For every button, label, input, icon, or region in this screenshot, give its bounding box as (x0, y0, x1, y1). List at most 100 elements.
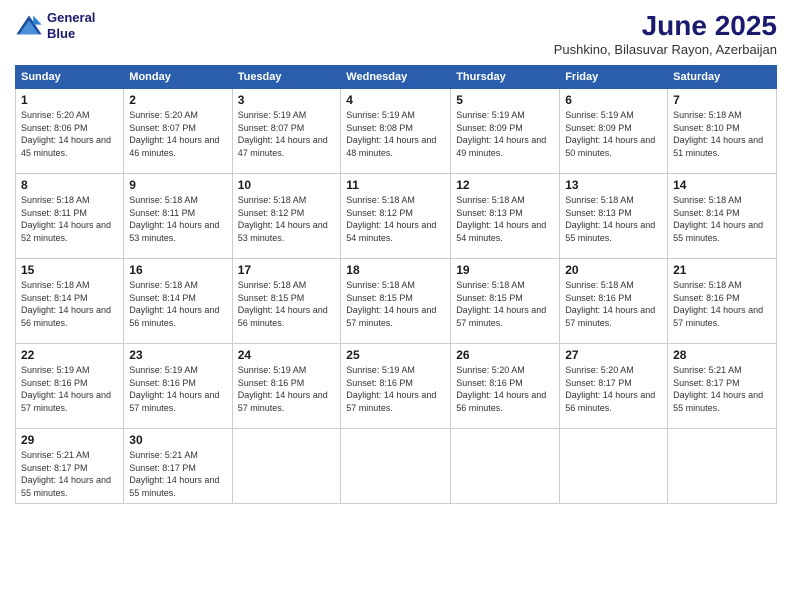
table-row: 3 Sunrise: 5:19 AM Sunset: 8:07 PM Dayli… (232, 89, 341, 174)
logo-text: General Blue (47, 10, 95, 41)
day-info: Sunrise: 5:18 AM Sunset: 8:13 PM Dayligh… (456, 194, 554, 244)
table-row: 15 Sunrise: 5:18 AM Sunset: 8:14 PM Dayl… (16, 259, 124, 344)
day-number: 15 (21, 263, 118, 277)
col-header-friday: Friday (560, 66, 668, 89)
table-row: 17 Sunrise: 5:18 AM Sunset: 8:15 PM Dayl… (232, 259, 341, 344)
day-info: Sunrise: 5:19 AM Sunset: 8:07 PM Dayligh… (238, 109, 336, 159)
table-row: 22 Sunrise: 5:19 AM Sunset: 8:16 PM Dayl… (16, 344, 124, 429)
day-info: Sunrise: 5:18 AM Sunset: 8:14 PM Dayligh… (129, 279, 226, 329)
table-row: 21 Sunrise: 5:18 AM Sunset: 8:16 PM Dayl… (668, 259, 777, 344)
logo-line1: General (47, 10, 95, 25)
table-row: 23 Sunrise: 5:19 AM Sunset: 8:16 PM Dayl… (124, 344, 232, 429)
col-header-thursday: Thursday (451, 66, 560, 89)
table-row (560, 429, 668, 504)
calendar: SundayMondayTuesdayWednesdayThursdayFrid… (15, 65, 777, 504)
day-number: 2 (129, 93, 226, 107)
logo-icon (15, 12, 43, 40)
col-header-wednesday: Wednesday (341, 66, 451, 89)
day-number: 27 (565, 348, 662, 362)
table-row: 29 Sunrise: 5:21 AM Sunset: 8:17 PM Dayl… (16, 429, 124, 504)
table-row: 20 Sunrise: 5:18 AM Sunset: 8:16 PM Dayl… (560, 259, 668, 344)
day-info: Sunrise: 5:18 AM Sunset: 8:12 PM Dayligh… (346, 194, 445, 244)
table-row: 4 Sunrise: 5:19 AM Sunset: 8:08 PM Dayli… (341, 89, 451, 174)
day-number: 8 (21, 178, 118, 192)
month-title: June 2025 (554, 10, 777, 42)
day-number: 20 (565, 263, 662, 277)
table-row: 10 Sunrise: 5:18 AM Sunset: 8:12 PM Dayl… (232, 174, 341, 259)
day-number: 30 (129, 433, 226, 447)
logo-line2: Blue (47, 26, 75, 41)
day-info: Sunrise: 5:18 AM Sunset: 8:16 PM Dayligh… (673, 279, 771, 329)
col-header-saturday: Saturday (668, 66, 777, 89)
day-number: 7 (673, 93, 771, 107)
day-info: Sunrise: 5:19 AM Sunset: 8:16 PM Dayligh… (129, 364, 226, 414)
table-row: 28 Sunrise: 5:21 AM Sunset: 8:17 PM Dayl… (668, 344, 777, 429)
day-number: 21 (673, 263, 771, 277)
col-header-sunday: Sunday (16, 66, 124, 89)
table-row: 18 Sunrise: 5:18 AM Sunset: 8:15 PM Dayl… (341, 259, 451, 344)
day-number: 10 (238, 178, 336, 192)
table-row: 30 Sunrise: 5:21 AM Sunset: 8:17 PM Dayl… (124, 429, 232, 504)
table-row: 5 Sunrise: 5:19 AM Sunset: 8:09 PM Dayli… (451, 89, 560, 174)
day-number: 14 (673, 178, 771, 192)
table-row: 16 Sunrise: 5:18 AM Sunset: 8:14 PM Dayl… (124, 259, 232, 344)
table-row: 25 Sunrise: 5:19 AM Sunset: 8:16 PM Dayl… (341, 344, 451, 429)
table-row: 9 Sunrise: 5:18 AM Sunset: 8:11 PM Dayli… (124, 174, 232, 259)
table-row: 6 Sunrise: 5:19 AM Sunset: 8:09 PM Dayli… (560, 89, 668, 174)
table-row: 26 Sunrise: 5:20 AM Sunset: 8:16 PM Dayl… (451, 344, 560, 429)
table-row: 1 Sunrise: 5:20 AM Sunset: 8:06 PM Dayli… (16, 89, 124, 174)
day-info: Sunrise: 5:21 AM Sunset: 8:17 PM Dayligh… (129, 449, 226, 499)
day-info: Sunrise: 5:20 AM Sunset: 8:07 PM Dayligh… (129, 109, 226, 159)
day-info: Sunrise: 5:20 AM Sunset: 8:16 PM Dayligh… (456, 364, 554, 414)
day-number: 25 (346, 348, 445, 362)
day-number: 6 (565, 93, 662, 107)
page: General Blue June 2025 Pushkino, Bilasuv… (0, 0, 792, 612)
day-info: Sunrise: 5:18 AM Sunset: 8:15 PM Dayligh… (238, 279, 336, 329)
location: Pushkino, Bilasuvar Rayon, Azerbaijan (554, 42, 777, 57)
header: General Blue June 2025 Pushkino, Bilasuv… (15, 10, 777, 57)
day-info: Sunrise: 5:18 AM Sunset: 8:12 PM Dayligh… (238, 194, 336, 244)
day-number: 26 (456, 348, 554, 362)
day-number: 24 (238, 348, 336, 362)
day-info: Sunrise: 5:19 AM Sunset: 8:09 PM Dayligh… (456, 109, 554, 159)
day-info: Sunrise: 5:19 AM Sunset: 8:16 PM Dayligh… (21, 364, 118, 414)
day-info: Sunrise: 5:19 AM Sunset: 8:16 PM Dayligh… (346, 364, 445, 414)
day-number: 11 (346, 178, 445, 192)
day-number: 17 (238, 263, 336, 277)
col-header-monday: Monday (124, 66, 232, 89)
day-number: 13 (565, 178, 662, 192)
day-info: Sunrise: 5:21 AM Sunset: 8:17 PM Dayligh… (673, 364, 771, 414)
table-row: 11 Sunrise: 5:18 AM Sunset: 8:12 PM Dayl… (341, 174, 451, 259)
day-info: Sunrise: 5:18 AM Sunset: 8:11 PM Dayligh… (129, 194, 226, 244)
day-info: Sunrise: 5:19 AM Sunset: 8:09 PM Dayligh… (565, 109, 662, 159)
day-number: 3 (238, 93, 336, 107)
day-info: Sunrise: 5:18 AM Sunset: 8:11 PM Dayligh… (21, 194, 118, 244)
day-number: 4 (346, 93, 445, 107)
day-info: Sunrise: 5:20 AM Sunset: 8:17 PM Dayligh… (565, 364, 662, 414)
day-info: Sunrise: 5:18 AM Sunset: 8:14 PM Dayligh… (21, 279, 118, 329)
table-row (232, 429, 341, 504)
table-row (341, 429, 451, 504)
day-number: 1 (21, 93, 118, 107)
day-info: Sunrise: 5:18 AM Sunset: 8:15 PM Dayligh… (456, 279, 554, 329)
day-number: 19 (456, 263, 554, 277)
col-header-tuesday: Tuesday (232, 66, 341, 89)
table-row (451, 429, 560, 504)
day-info: Sunrise: 5:21 AM Sunset: 8:17 PM Dayligh… (21, 449, 118, 499)
day-info: Sunrise: 5:18 AM Sunset: 8:13 PM Dayligh… (565, 194, 662, 244)
day-number: 12 (456, 178, 554, 192)
table-row: 12 Sunrise: 5:18 AM Sunset: 8:13 PM Dayl… (451, 174, 560, 259)
table-row: 2 Sunrise: 5:20 AM Sunset: 8:07 PM Dayli… (124, 89, 232, 174)
day-number: 9 (129, 178, 226, 192)
day-info: Sunrise: 5:19 AM Sunset: 8:16 PM Dayligh… (238, 364, 336, 414)
day-number: 18 (346, 263, 445, 277)
table-row: 27 Sunrise: 5:20 AM Sunset: 8:17 PM Dayl… (560, 344, 668, 429)
day-number: 5 (456, 93, 554, 107)
day-number: 16 (129, 263, 226, 277)
table-row: 24 Sunrise: 5:19 AM Sunset: 8:16 PM Dayl… (232, 344, 341, 429)
title-block: June 2025 Pushkino, Bilasuvar Rayon, Aze… (554, 10, 777, 57)
logo: General Blue (15, 10, 95, 41)
table-row: 13 Sunrise: 5:18 AM Sunset: 8:13 PM Dayl… (560, 174, 668, 259)
table-row: 7 Sunrise: 5:18 AM Sunset: 8:10 PM Dayli… (668, 89, 777, 174)
table-row: 8 Sunrise: 5:18 AM Sunset: 8:11 PM Dayli… (16, 174, 124, 259)
